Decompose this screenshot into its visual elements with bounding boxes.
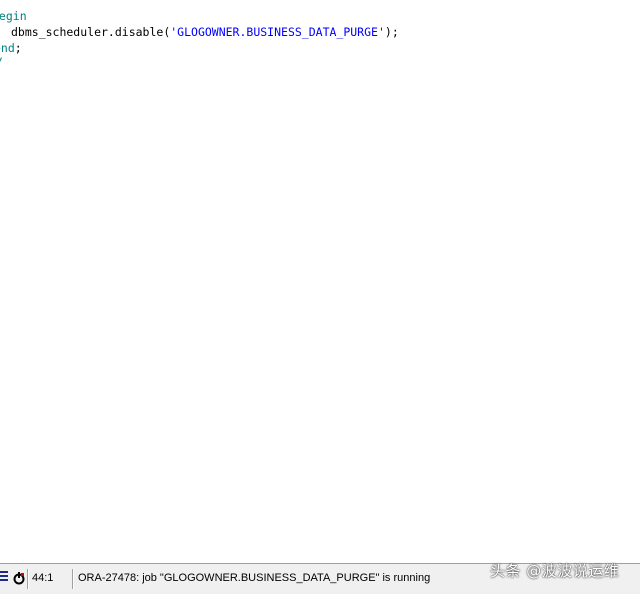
watermark: 头条 @波波说运维 xyxy=(490,562,620,580)
lines-icon[interactable] xyxy=(0,571,8,585)
code-line-1: gegin xyxy=(0,8,27,24)
sql-editor[interactable]: gegin dbms_scheduler.disable('GLOGOWNER.… xyxy=(0,0,640,563)
status-message: ORA-27478: job "GLOGOWNER.BUSINESS_DATA_… xyxy=(78,572,431,584)
power-icon[interactable] xyxy=(12,571,26,585)
keyword-end: end xyxy=(0,41,15,55)
status-separator xyxy=(72,569,74,589)
keyword-begin: gegin xyxy=(0,9,27,23)
statement-terminator: ; xyxy=(14,41,22,55)
code-line-4: / xyxy=(0,54,3,70)
code-line-2: dbms_scheduler.disable('GLOGOWNER.BUSINE… xyxy=(11,24,399,40)
string-literal: 'GLOGOWNER.BUSINESS_DATA_PURGE' xyxy=(170,25,385,39)
procedure-call: dbms_scheduler.disable( xyxy=(11,25,171,39)
cursor-position: 44:1 xyxy=(32,572,54,584)
block-terminator: / xyxy=(0,55,3,69)
code-line-3: end; xyxy=(0,40,22,56)
status-separator xyxy=(27,569,29,589)
call-close: ); xyxy=(384,25,399,39)
